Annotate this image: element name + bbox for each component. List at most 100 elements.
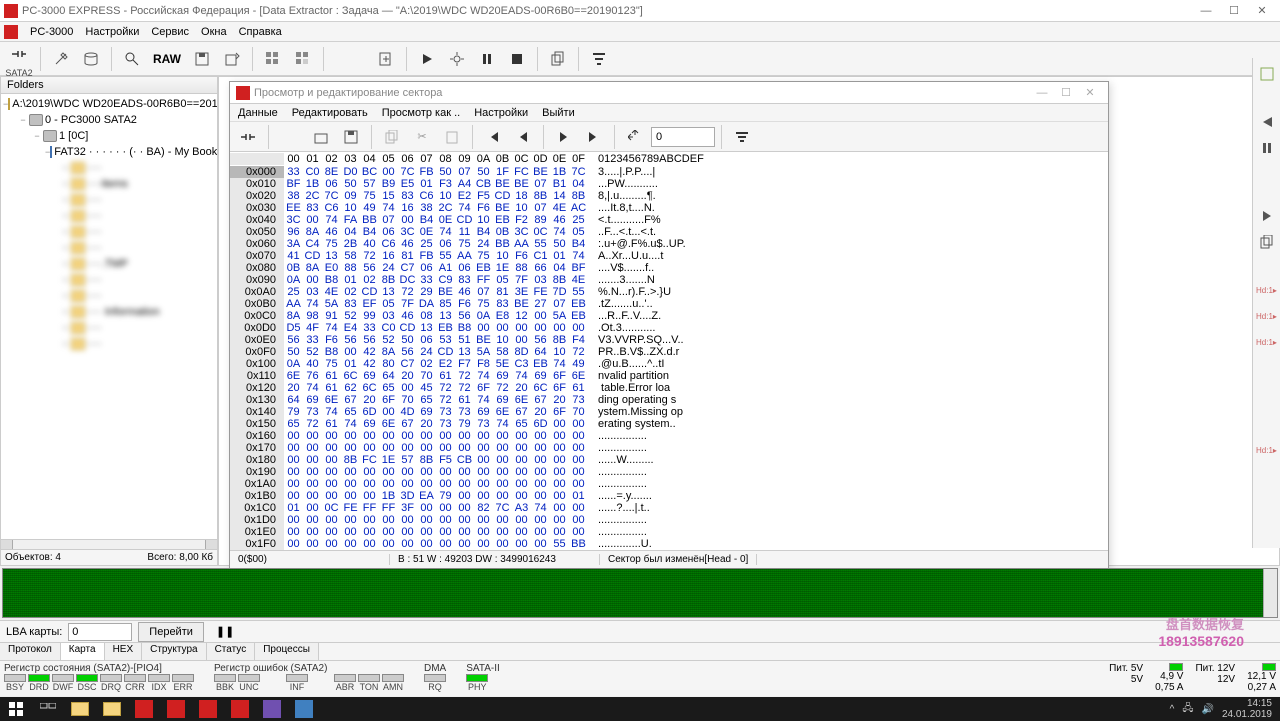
dock-hd1d-icon[interactable]: Hd:1▸ xyxy=(1255,438,1279,462)
hex-row[interactable]: 0x17000000000000000000000000000000000...… xyxy=(230,442,1108,454)
grid2-icon[interactable] xyxy=(289,45,317,73)
tree-item-blurred[interactable]: +···· xyxy=(3,208,215,224)
tree-vol[interactable]: −1 [0C] xyxy=(3,128,215,144)
search-icon[interactable] xyxy=(118,45,146,73)
hex-row[interactable]: 0x1D000000000000000000000000000000000...… xyxy=(230,514,1108,526)
hex-row[interactable]: 0x120207461626C65004572726F72206C6F61 ta… xyxy=(230,382,1108,394)
save-icon[interactable] xyxy=(188,45,216,73)
dock-icon-1[interactable] xyxy=(1255,62,1279,86)
maximize-button[interactable]: ☐ xyxy=(1220,1,1248,21)
dock-hd1-icon[interactable]: Hd:1▸ xyxy=(1255,278,1279,302)
hex-row[interactable]: 0x0B0AA745A83EF057FDA85F67583BE2707EB.tZ… xyxy=(230,298,1108,310)
tree-item-blurred[interactable]: +···· xyxy=(3,336,215,352)
tool-icon[interactable] xyxy=(47,45,75,73)
play-icon[interactable] xyxy=(413,45,441,73)
connect-icon[interactable] xyxy=(5,40,33,68)
tray-net-icon[interactable]: 🖧 xyxy=(1182,701,1193,718)
new-task-icon[interactable] xyxy=(372,45,400,73)
hex-row[interactable]: 0x1E000000000000000000000000000000000...… xyxy=(230,526,1108,538)
taskbar-app2[interactable] xyxy=(160,697,192,721)
close-button[interactable]: ✕ xyxy=(1248,1,1276,21)
tray-up-icon[interactable]: ^ xyxy=(1170,704,1175,715)
hex-row[interactable]: 0x0C08A9891529903460813560AE812005AEB...… xyxy=(230,310,1108,322)
taskbar-app4[interactable] xyxy=(224,697,256,721)
menu-pc3000[interactable]: PC-3000 xyxy=(30,26,73,38)
hex-row[interactable]: 0x00033C08ED0BC007CFB5007501FFCBE1B7C3..… xyxy=(230,166,1108,178)
grid1-icon[interactable] xyxy=(259,45,287,73)
menu-settings[interactable]: Настройки xyxy=(85,26,139,38)
hex-first-icon[interactable] xyxy=(479,123,507,151)
tab-статус[interactable]: Статус xyxy=(207,643,256,660)
hex-row[interactable]: 0x0403C0074FABB0700B40ECD10EBF2894625<.t… xyxy=(230,214,1108,226)
tab-структура[interactable]: Структура xyxy=(142,643,206,660)
hex-row[interactable]: 0x140797374656D004D697373696E67206F70yst… xyxy=(230,406,1108,418)
hex-next-icon[interactable] xyxy=(550,123,578,151)
hex-connect-icon[interactable] xyxy=(234,123,262,151)
tree-item-blurred[interactable]: +···· Information xyxy=(3,304,215,320)
folders-tree[interactable]: −A:\2019\WDC WD20EADS-00R6B0==20190123\ … xyxy=(1,94,217,539)
hex-row[interactable]: 0x1800000008BFC1E578BF5CB000000000000...… xyxy=(230,454,1108,466)
hex-row[interactable]: 0x1B000000000001B3DEA7900000000000001...… xyxy=(230,490,1108,502)
hex-save-icon[interactable] xyxy=(337,123,365,151)
hex-copy-icon[interactable] xyxy=(378,123,406,151)
start-button[interactable] xyxy=(0,697,32,721)
hex-filter-icon[interactable] xyxy=(728,123,756,151)
hex-row[interactable]: 0x19000000000000000000000000000000000...… xyxy=(230,466,1108,478)
hex-row[interactable]: 0x0900A00B801028BDC33C983FF057F038B4E...… xyxy=(230,274,1108,286)
hex-row[interactable]: 0x1A000000000000000000000000000000000...… xyxy=(230,478,1108,490)
tab-процессы[interactable]: Процессы xyxy=(255,643,319,660)
raw-button[interactable]: RAW xyxy=(148,45,186,73)
taskbar-app3[interactable] xyxy=(192,697,224,721)
hex-row[interactable]: 0x0E05633F656565250065351BE1000568BF4V3.… xyxy=(230,334,1108,346)
hex-row[interactable]: 0x0D0D54F74E433C0CD13EBB8000000000000.Ot… xyxy=(230,322,1108,334)
menu-help[interactable]: Справка xyxy=(239,26,282,38)
tree-item-blurred[interactable]: +···· xyxy=(3,320,215,336)
hex-menu-exit[interactable]: Выйти xyxy=(542,107,575,119)
hex-row[interactable]: 0x0800B8AE0885624C706A106EB1E886604BF...… xyxy=(230,262,1108,274)
hex-cut-icon[interactable]: ✂ xyxy=(408,123,436,151)
hex-row[interactable]: 0x050968A4604B4063C0E7411B40B3C0C7405..F… xyxy=(230,226,1108,238)
tree-item-blurred[interactable]: +···· xyxy=(3,192,215,208)
tab-карта[interactable]: Карта xyxy=(61,643,105,660)
hex-minimize[interactable]: — xyxy=(1030,87,1054,99)
filter-icon[interactable] xyxy=(585,45,613,73)
hex-goto-input[interactable] xyxy=(651,127,715,147)
lba-go-button[interactable]: Перейти xyxy=(138,622,204,642)
hex-goto-icon[interactable] xyxy=(621,123,649,151)
tree-item-blurred[interactable]: +····items xyxy=(3,176,215,192)
export-icon[interactable] xyxy=(218,45,246,73)
hex-menu-view[interactable]: Просмотр как .. xyxy=(382,107,460,119)
tab-hex[interactable]: HEX xyxy=(105,643,143,660)
tree-pc3000[interactable]: −0 - PC3000 SATA2 xyxy=(3,112,215,128)
hex-row[interactable]: 0x07041CD1358721681FB55AA7510F6C10174A..… xyxy=(230,250,1108,262)
hex-prev-icon[interactable] xyxy=(509,123,537,151)
tray-vol-icon[interactable]: 🔊 xyxy=(1201,704,1213,715)
hex-maximize[interactable]: ☐ xyxy=(1054,86,1078,99)
lba-pause-icon[interactable]: ❚❚ xyxy=(210,625,240,638)
lba-input[interactable] xyxy=(68,623,132,641)
hex-row[interactable]: 0x15065726174696E672073797374656D0000era… xyxy=(230,418,1108,430)
tree-root[interactable]: −A:\2019\WDC WD20EADS-00R6B0==20190123\ xyxy=(3,96,215,112)
hex-row[interactable]: 0x16000000000000000000000000000000000...… xyxy=(230,430,1108,442)
hex-row[interactable]: 0x1106E76616C696420706172746974696F6Enva… xyxy=(230,370,1108,382)
taskbar-app5[interactable] xyxy=(256,697,288,721)
tab-протокол[interactable]: Протокол xyxy=(0,643,61,660)
dock-hd1c-icon[interactable]: Hd:1▸ xyxy=(1255,330,1279,354)
hex-paste-icon[interactable] xyxy=(438,123,466,151)
hex-row[interactable]: 0x1000A4075014280C702E2F7F85EC3EB7449.@u… xyxy=(230,358,1108,370)
hex-row[interactable]: 0x020382C7C09751583C610E2F5CD188B148B8,|… xyxy=(230,190,1108,202)
hex-row[interactable]: 0x1C001000CFEFFFF3F000000827CA3740000...… xyxy=(230,502,1108,514)
tree-item-blurred[interactable]: +···· xyxy=(3,272,215,288)
hex-row[interactable]: 0x0603AC4752B40C64625067524BBAA5550B4:.u… xyxy=(230,238,1108,250)
dock-pause-icon[interactable] xyxy=(1255,136,1279,160)
menu-windows[interactable]: Окна xyxy=(201,26,227,38)
taskbar-folder[interactable] xyxy=(96,697,128,721)
stop-icon[interactable] xyxy=(503,45,531,73)
hex-row[interactable]: 0x0F05052B800428A5624CD135A588D641072PR.… xyxy=(230,346,1108,358)
hex-dump[interactable]: 000102030405060708090A0B0C0D0E0F01234567… xyxy=(230,152,1108,550)
dock-prev-icon[interactable] xyxy=(1255,110,1279,134)
tree-item-blurred[interactable]: +····.TMP xyxy=(3,256,215,272)
hex-open-icon[interactable] xyxy=(307,123,335,151)
tree-fat[interactable]: −FAT32 · · · · · · (· · BA) - My Book xyxy=(3,144,215,160)
minimize-button[interactable]: — xyxy=(1192,1,1220,21)
